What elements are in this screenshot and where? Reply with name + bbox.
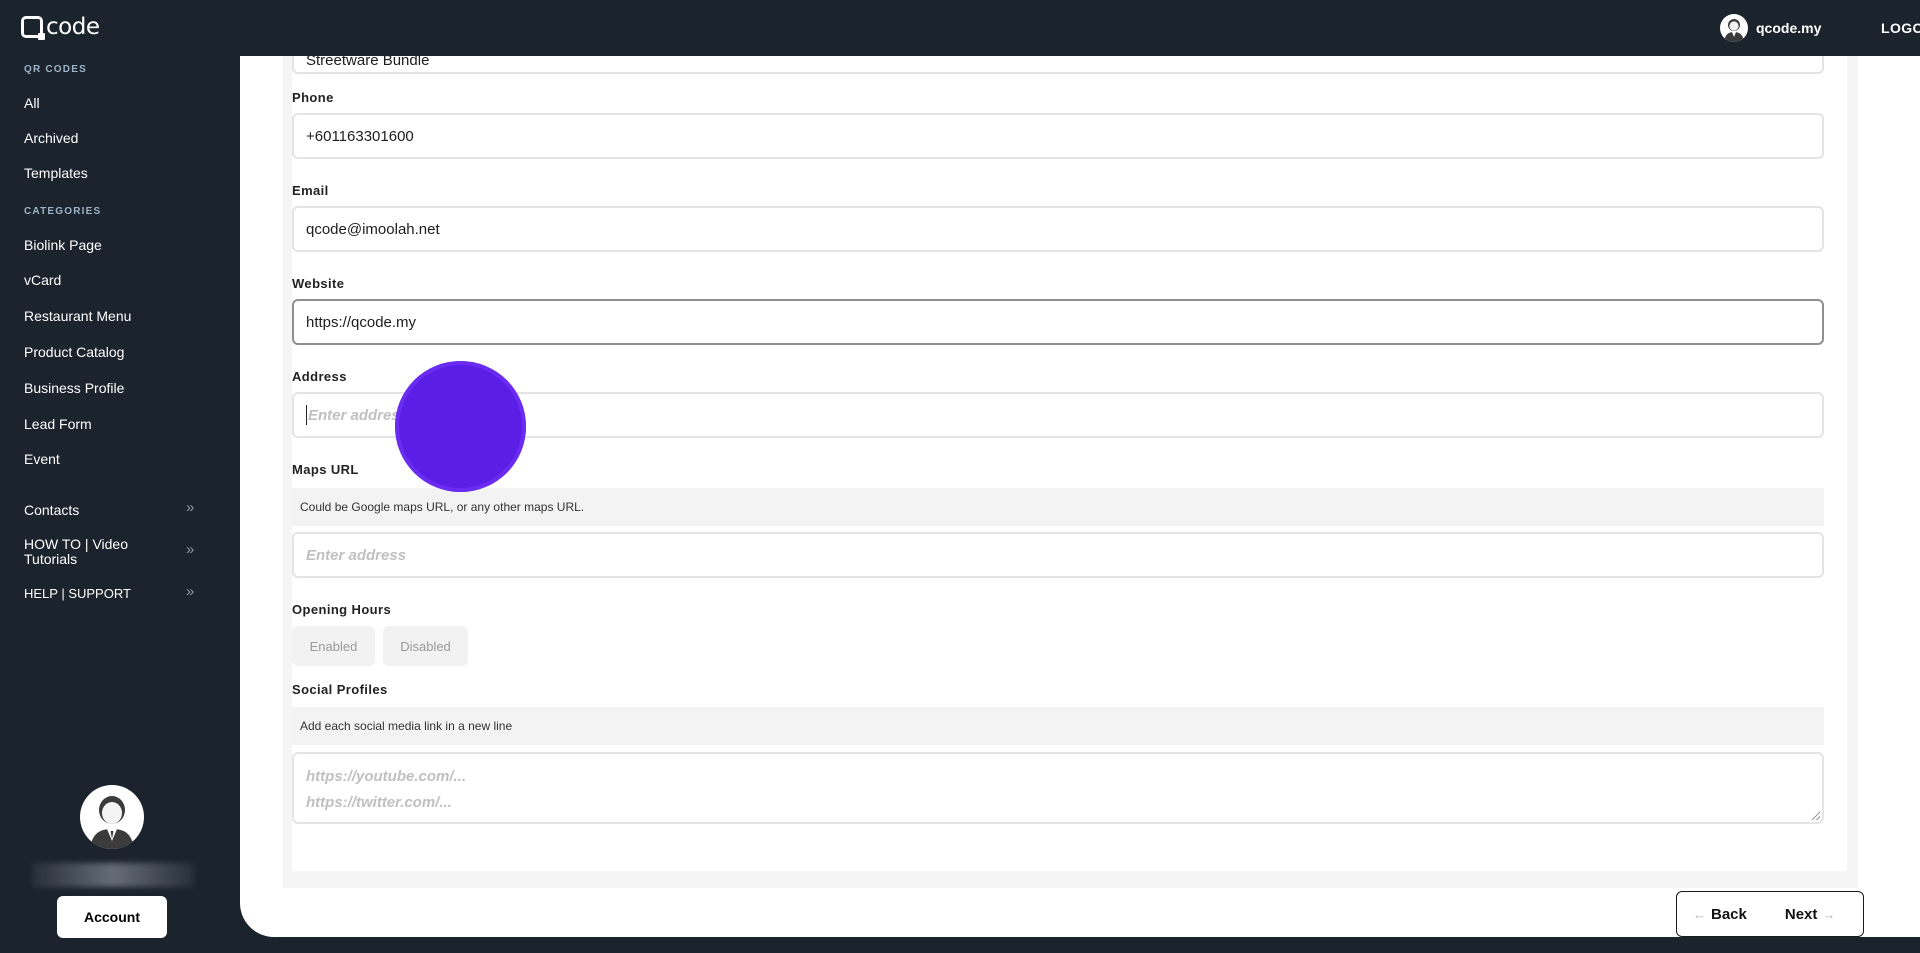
address-placeholder: Enter address [308,406,409,424]
sidebar-section-qr-codes: QR CODES [24,64,87,75]
sidebar-item-contacts[interactable]: Contacts [24,502,79,518]
sidebar-item-all[interactable]: All [24,95,40,111]
sidebar-item-archived[interactable]: Archived [24,130,78,146]
click-indicator [395,361,526,492]
arrow-left-icon: ← [1693,906,1706,922]
social-profiles-label: Social Profiles [292,682,388,697]
opening-hours-enabled-button[interactable]: Enabled [292,626,375,666]
name-field[interactable]: Streetware Bundle [292,56,1824,74]
phone-label: Phone [292,90,334,105]
arrow-right-icon: → [1822,906,1836,922]
account-button[interactable]: Account [57,896,167,938]
logout-link[interactable]: LOGOUT [1881,20,1920,36]
resize-handle-icon[interactable] [1811,811,1820,820]
address-label: Address [292,369,347,384]
email-field[interactable]: qcode@imoolah.net [292,206,1824,252]
sidebar-item-lead-form[interactable]: Lead Form [24,416,92,432]
sidebar-item-vcard[interactable]: vCard [24,272,61,288]
user-avatar-icon [1720,14,1748,42]
social-placeholder-line: https://youtube.com/... [306,768,466,785]
next-label: Next [1784,905,1818,923]
sidebar-item-biolink-page[interactable]: Biolink Page [24,237,102,253]
qr-logo-icon [21,16,45,40]
sidebar-section-categories: CATEGORIES [24,206,102,217]
social-placeholder-line: https://twitter.com/... [306,794,452,811]
sidebar-item-templates[interactable]: Templates [24,165,88,181]
logo-text: code [46,13,100,40]
back-button[interactable]: ← Back [1693,906,1747,923]
sidebar-item-product-catalog[interactable]: Product Catalog [24,344,124,360]
sidebar-item-business-profile[interactable]: Business Profile [24,380,124,396]
wizard-navigation: ← Back Next → [1676,891,1864,937]
opening-hours-disabled-button[interactable]: Disabled [383,626,468,666]
chevron-double-right-icon[interactable]: » [186,499,194,516]
next-button[interactable]: Next → [1785,906,1836,923]
form-panel: Streetware Bundle Phone +601163301600 Em… [283,56,1858,888]
website-field[interactable]: https://qcode.my [292,299,1824,345]
email-label: Email [292,183,329,198]
maps-url-hint: Could be Google maps URL, or any other m… [292,488,1824,526]
qcode-logo[interactable]: code [21,13,100,40]
opening-hours-label: Opening Hours [292,602,392,617]
sidebar-item-event[interactable]: Event [24,451,60,467]
sidebar-item-help-support[interactable]: HELP | SUPPORT [24,586,131,601]
maps-url-placeholder: Enter address [306,546,407,564]
chevron-double-right-icon[interactable]: » [186,541,194,558]
user-menu[interactable]: qcode.my [1720,14,1821,42]
sidebar: QR CODES All Archived Templates CATEGORI… [0,56,240,953]
sidebar-item-restaurant-menu[interactable]: Restaurant Menu [24,308,131,324]
form-card: Streetware Bundle Phone +601163301600 Em… [292,56,1847,871]
chevron-double-right-icon[interactable]: » [186,583,194,600]
phone-field[interactable]: +601163301600 [292,113,1824,159]
maps-url-field[interactable]: Enter address [292,532,1824,578]
sidebar-item-video-tutorials[interactable]: HOW TO | Video Tutorials [24,537,164,567]
top-bar: code qcode.my LOGOUT [0,0,1920,56]
profile-name-placeholder [32,863,194,887]
social-profiles-textarea[interactable]: https://youtube.com/... https://twitter.… [292,752,1824,824]
text-caret [306,405,307,425]
profile-avatar-icon [80,785,144,849]
back-label: Back [1711,905,1747,923]
user-name: qcode.my [1756,20,1822,36]
social-profiles-hint: Add each social media link in a new line [292,707,1824,745]
main-content: Streetware Bundle Phone +601163301600 Em… [240,56,1920,937]
maps-url-label: Maps URL [292,462,359,477]
website-label: Website [292,276,345,291]
